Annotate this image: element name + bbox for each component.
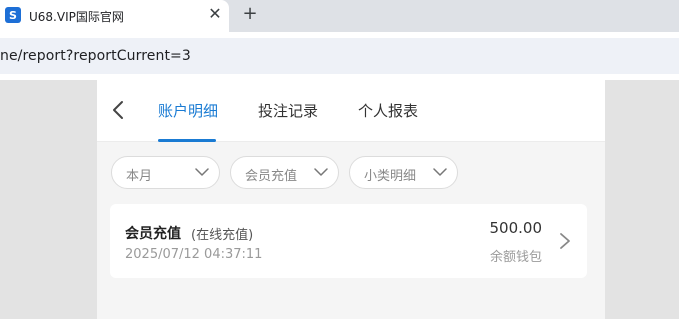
type-filter-dropdown[interactable]: 会员充值 (230, 156, 339, 189)
filter-bar: 本月 会员充值 小类明细 (97, 142, 605, 202)
site-favicon-icon: S (5, 7, 21, 23)
tab-title: U68.VIP国际官网 (29, 10, 124, 24)
browser-tab[interactable]: S U68.VIP国际官网 ✕ (0, 0, 229, 32)
record-subtitle: (在线充值) (191, 228, 254, 243)
record-amount: 500.00 (489, 219, 543, 237)
address-bar: ne/report?reportCurrent=3 (0, 32, 679, 80)
favicon-letter: S (9, 8, 17, 22)
filter-label: 会员充值 (245, 169, 298, 184)
browser-tab-bar: S U68.VIP国际官网 ✕ + (0, 0, 679, 32)
filter-label: 小类明细 (364, 169, 417, 184)
filter-label: 本月 (126, 169, 153, 184)
close-tab-icon[interactable]: ✕ (206, 5, 224, 23)
chevron-down-icon (433, 168, 447, 176)
tab-personal-report[interactable]: 个人报表 (358, 100, 418, 121)
period-filter-dropdown[interactable]: 本月 (111, 156, 220, 189)
page-viewport: 账户明细 投注记录 个人报表 本月 会员充值 小类明细 会员充值 (在线充值) … (0, 80, 679, 319)
new-tab-icon[interactable]: + (240, 4, 260, 24)
tab-bet-records[interactable]: 投注记录 (258, 100, 318, 121)
report-nav: 账户明细 投注记录 个人报表 (97, 80, 605, 142)
subtype-filter-dropdown[interactable]: 小类明细 (349, 156, 458, 189)
record-title: 会员充值 (125, 226, 181, 242)
transaction-record[interactable]: 会员充值 (在线充值) 2025/07/12 04:37:11 500.00 余… (110, 204, 587, 278)
chevron-down-icon (314, 168, 328, 176)
url-text[interactable]: ne/report?reportCurrent=3 (0, 48, 191, 64)
record-timestamp: 2025/07/12 04:37:11 (125, 247, 263, 262)
chevron-right-icon[interactable] (559, 232, 571, 250)
tab-account-details[interactable]: 账户明细 (158, 100, 218, 121)
record-wallet: 余额钱包 (489, 250, 542, 265)
chevron-down-icon (195, 168, 209, 176)
mobile-page: 账户明细 投注记录 个人报表 本月 会员充值 小类明细 会员充值 (在线充值) … (97, 80, 605, 319)
chevron-left-icon[interactable] (111, 100, 127, 120)
